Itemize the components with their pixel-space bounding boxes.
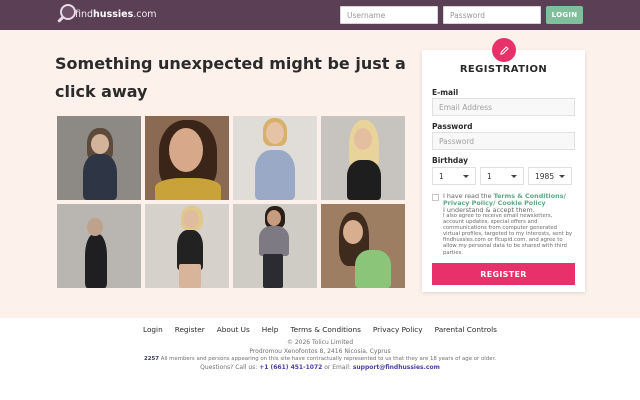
footer-link-about[interactable]: About Us xyxy=(211,325,256,334)
page-headline: Something unexpected might be just a cli… xyxy=(55,54,406,101)
month-value: 1 xyxy=(487,171,492,181)
profile-photo[interactable] xyxy=(57,116,141,200)
footer-nav: Login Register About Us Help Terms & Con… xyxy=(0,325,640,334)
chevron-down-icon xyxy=(559,174,565,178)
contact-text: Questions? Call us: +1 (661) 451-1072 or… xyxy=(200,364,440,371)
register-button[interactable]: REGISTER xyxy=(432,263,575,285)
profile-photo[interactable] xyxy=(145,204,229,288)
login-button[interactable]: LOGIN xyxy=(546,6,583,24)
email-link[interactable]: support@findhussies.com xyxy=(353,364,440,371)
profile-photo[interactable] xyxy=(233,204,317,288)
consent-small-print: I also agree to receive email newsletter… xyxy=(443,213,572,256)
footer-link-terms[interactable]: Terms & Conditions xyxy=(284,325,366,334)
profile-photo[interactable] xyxy=(57,204,141,288)
registration-title: REGISTRATION xyxy=(459,64,548,75)
year-value: 1985 xyxy=(535,171,555,181)
birthday-month-select[interactable]: 1 xyxy=(480,167,524,185)
site-logo[interactable]: findhussies.com xyxy=(56,2,157,26)
footer-link-help[interactable]: Help xyxy=(256,325,285,334)
password-field[interactable]: Password xyxy=(432,132,575,150)
profile-photo[interactable] xyxy=(233,116,317,200)
phone-link[interactable]: +1 (661) 451-1072 xyxy=(259,364,322,371)
terms-checkbox[interactable] xyxy=(432,194,439,201)
magnifier-logo-icon xyxy=(56,3,78,25)
logo-text: findhussies.com xyxy=(75,8,157,20)
address-text: Prodromou Xenofontos 8, 2416 Nicosia, Cy… xyxy=(249,348,391,355)
day-value: 1 xyxy=(439,171,444,181)
email-label: E-mail xyxy=(432,88,459,97)
birthday-year-select[interactable]: 1985 xyxy=(528,167,572,185)
chevron-down-icon xyxy=(463,174,469,178)
profile-photo[interactable] xyxy=(321,204,405,288)
birthday-day-select[interactable]: 1 xyxy=(432,167,476,185)
profile-photo[interactable] xyxy=(145,116,229,200)
copyright-text: © 2026 Tolicu Limited xyxy=(286,339,354,346)
footer-link-privacy[interactable]: Privacy Policy xyxy=(367,325,429,334)
footer-link-login[interactable]: Login xyxy=(137,325,169,334)
password-input[interactable]: Password xyxy=(443,6,541,24)
password-label: Password xyxy=(432,122,473,131)
profile-photo-grid xyxy=(57,116,405,288)
chevron-down-icon xyxy=(511,174,517,178)
profile-photo[interactable] xyxy=(321,116,405,200)
footer-link-parental[interactable]: Parental Controls xyxy=(429,325,503,334)
statute-text: 2257 All members and persons appearing o… xyxy=(144,356,496,362)
birthday-label: Birthday xyxy=(432,156,468,165)
email-field[interactable]: Email Address xyxy=(432,98,575,116)
pencil-icon xyxy=(492,38,516,62)
footer-link-register[interactable]: Register xyxy=(169,325,211,334)
username-input[interactable]: Username xyxy=(340,6,438,24)
terms-agreement-text: I have read the Terms & Conditions/ Priv… xyxy=(443,192,566,215)
